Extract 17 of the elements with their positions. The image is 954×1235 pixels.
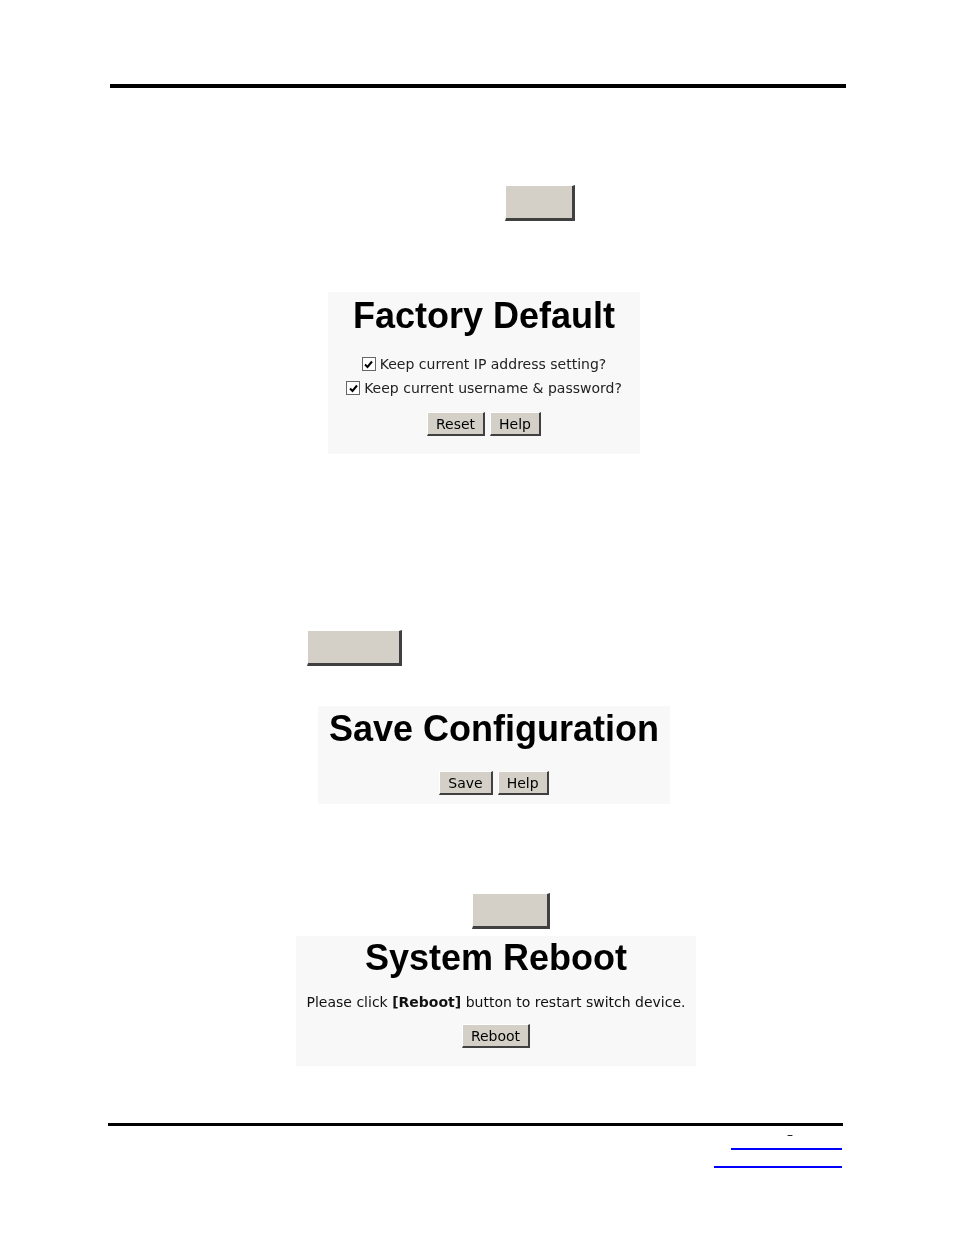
- option-label: Keep current username & password?: [364, 379, 622, 398]
- page-title: System Reboot: [364, 936, 628, 980]
- form-button[interactable]: Reboot: [461, 1024, 531, 1048]
- blank-button[interactable]: [472, 893, 550, 929]
- checkbox[interactable]: [346, 381, 361, 395]
- form-button[interactable]: Help: [497, 771, 549, 795]
- form-button[interactable]: Save: [439, 771, 493, 795]
- form-button[interactable]: Help: [490, 412, 541, 436]
- page-title: Save Configuration: [329, 707, 659, 751]
- blank-button[interactable]: [307, 630, 402, 666]
- form-button[interactable]: Reset: [427, 412, 486, 436]
- blank-button[interactable]: [505, 185, 575, 221]
- option-label: Keep current IP address setting?: [379, 355, 607, 374]
- footer-mark: –: [787, 1128, 793, 1142]
- checkbox[interactable]: [361, 357, 376, 371]
- instruction-text: Please click [Reboot] button to restart switch device.: [306, 994, 686, 1010]
- page-title: Factory Default: [352, 294, 616, 338]
